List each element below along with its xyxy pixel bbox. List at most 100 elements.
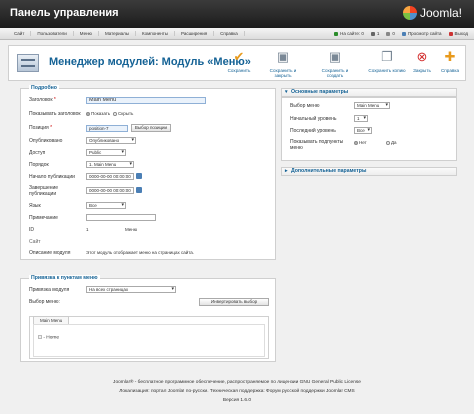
menu-item-content[interactable]: Материалы [99, 31, 137, 36]
joomla-logo-icon [402, 6, 417, 20]
note-label: Примечание [29, 215, 58, 221]
toolbar: Менеджер модулей: Модуль «Меню» ✔ Сохран… [8, 45, 466, 81]
published-select[interactable]: Опубликовано [86, 137, 136, 144]
logo-text: Joomla! [419, 6, 462, 20]
show-radio-icon [86, 111, 90, 116]
start-level-label: Начальный уровень [290, 116, 337, 122]
save-close-button[interactable]: ▣ Сохранить и закрыть [261, 49, 305, 79]
admins-status: 1 [370, 31, 379, 36]
invert-selection-button[interactable]: Инвертировать выбор [199, 298, 269, 306]
save-new-button[interactable]: ▣ Сохранить и создать [313, 49, 357, 79]
disk-plus-icon: ▣ [328, 49, 342, 64]
publish-end-input[interactable]: 0000-00-00 00:00:00 [86, 187, 134, 194]
hide-radio-icon [113, 111, 117, 116]
show-subitems-yes-radio[interactable]: Да [386, 140, 397, 145]
help-button[interactable]: ✚ Справка [435, 49, 465, 74]
calendar-icon[interactable] [136, 187, 142, 193]
module-manager-icon [17, 54, 39, 72]
menu-selection-label: Выбор меню: [29, 299, 60, 305]
checkbox-icon [38, 335, 42, 339]
menu-item-home[interactable]: - Home [38, 335, 59, 341]
tab-main-menu[interactable]: Main Menu [33, 316, 70, 324]
logout-icon [448, 31, 453, 36]
note-input[interactable] [86, 214, 156, 221]
publish-start-input[interactable]: 0000-00-00 00:00:00 [86, 173, 134, 180]
publish-start-label: Начало публикации [29, 174, 75, 180]
logout-link[interactable]: Выход [448, 31, 468, 36]
site-label: Сайт [29, 239, 41, 245]
preview-link[interactable]: Просмотр сайта [401, 31, 442, 36]
menu-select[interactable]: Main Menu [354, 102, 390, 109]
yes-radio-icon [386, 140, 390, 145]
checkmark-icon: ✔ [233, 49, 245, 64]
order-label: Порядок [29, 162, 49, 168]
menu-item-extensions[interactable]: Расширения [175, 31, 215, 36]
description-label: Описание модуля [29, 250, 71, 256]
main-menu-bar: Сайт Пользователи Меню Материалы Компоне… [0, 28, 474, 40]
published-label: Опубликовано [29, 138, 63, 144]
language-select[interactable]: Все [86, 202, 126, 209]
visitors-status: На сайте: 0 [334, 31, 364, 36]
order-select[interactable]: 1. Main Menu [86, 161, 134, 168]
preview-icon [401, 31, 406, 36]
admins-icon [370, 31, 375, 36]
footer-version: Версия 1.6.0 [222, 398, 252, 403]
end-level-select[interactable]: Все [354, 127, 372, 134]
hide-title-radio[interactable]: Скрыть [113, 111, 133, 116]
menu-item-menus[interactable]: Меню [74, 31, 99, 36]
details-panel: Подробно Заголовок * Main Menu Показыват… [20, 85, 276, 260]
basic-options-panel: Выбор меню Main Menu Начальный уровень 1… [281, 97, 457, 161]
visitors-icon [334, 31, 339, 36]
module-assignment-select[interactable]: На всех страницах [86, 286, 176, 293]
help-icon: ✚ [444, 49, 456, 64]
menu-items-list: - Home [33, 324, 265, 357]
title-label: Заголовок * [29, 97, 56, 103]
start-level-select[interactable]: 1 [354, 115, 368, 122]
id-value: 1 [86, 227, 89, 232]
module-type-value: Меню [125, 227, 138, 232]
description-value: Этот модуль отображает меню на страницах… [86, 250, 195, 255]
show-title-radio[interactable]: Показать [86, 111, 110, 116]
menu-item-help[interactable]: Справка [214, 31, 245, 36]
menu-assignment-panel: Привязка к пунктам меню Привязка модуля … [20, 275, 276, 362]
module-assignment-label: Привязка модуля [29, 287, 70, 293]
footer-localization: Локализация: портал Joomla! по-русски. Т… [119, 389, 355, 394]
id-label: ID [29, 227, 34, 233]
show-subitems-no-radio[interactable]: Нет [354, 140, 367, 145]
messages-status[interactable]: 0 [386, 31, 395, 36]
header-title: Панель управления [10, 7, 119, 19]
menu-item-users[interactable]: Пользователи [31, 31, 74, 36]
access-select[interactable]: Public [86, 149, 126, 156]
position-label: Позиция * [29, 125, 53, 131]
calendar-icon[interactable] [136, 173, 142, 179]
language-label: Язык [29, 203, 41, 209]
save-button[interactable]: ✔ Сохранить [217, 49, 261, 74]
copy-icon: ❐ [381, 49, 393, 64]
position-input[interactable]: position-7 [86, 125, 128, 132]
end-level-label: Последний уровень [290, 128, 336, 134]
show-subitems-label: Показывать подпункты меню [290, 139, 344, 151]
joomla-logo: Joomla! [402, 6, 462, 20]
assignment-legend: Привязка к пунктам меню [29, 275, 100, 281]
no-radio-icon [354, 140, 358, 145]
save-copy-button[interactable]: ❐ Сохранить копию [365, 49, 409, 74]
disk-icon: ▣ [276, 49, 290, 64]
publish-end-label: Завершение публикации [29, 185, 59, 197]
basic-options-header[interactable]: ▾ Основные параметры [281, 88, 457, 97]
access-label: Доступ [29, 150, 46, 156]
menu-item-components[interactable]: Компоненты [136, 31, 175, 36]
details-legend: Подробно [29, 85, 59, 91]
menu-item-site[interactable]: Сайт [8, 31, 32, 36]
messages-icon [386, 31, 391, 36]
footer-license: Joomla!® - бесплатное программное обеспе… [113, 380, 361, 385]
menu-items-box: Main Menu - Home [29, 316, 269, 359]
admin-header: Панель управления Joomla! [0, 0, 474, 28]
close-button[interactable]: ⊗ Закрыть [409, 49, 435, 74]
select-position-button[interactable]: Выбор позиции [131, 124, 171, 132]
chevron-down-icon: ▾ [285, 89, 288, 95]
advanced-options-header[interactable]: ▸ Дополнительные параметры [281, 167, 457, 176]
title-input[interactable]: Main Menu [86, 97, 206, 104]
show-title-label: Показывать заголовок [29, 111, 81, 117]
chevron-right-icon: ▸ [285, 168, 288, 174]
close-icon: ⊗ [416, 49, 428, 64]
